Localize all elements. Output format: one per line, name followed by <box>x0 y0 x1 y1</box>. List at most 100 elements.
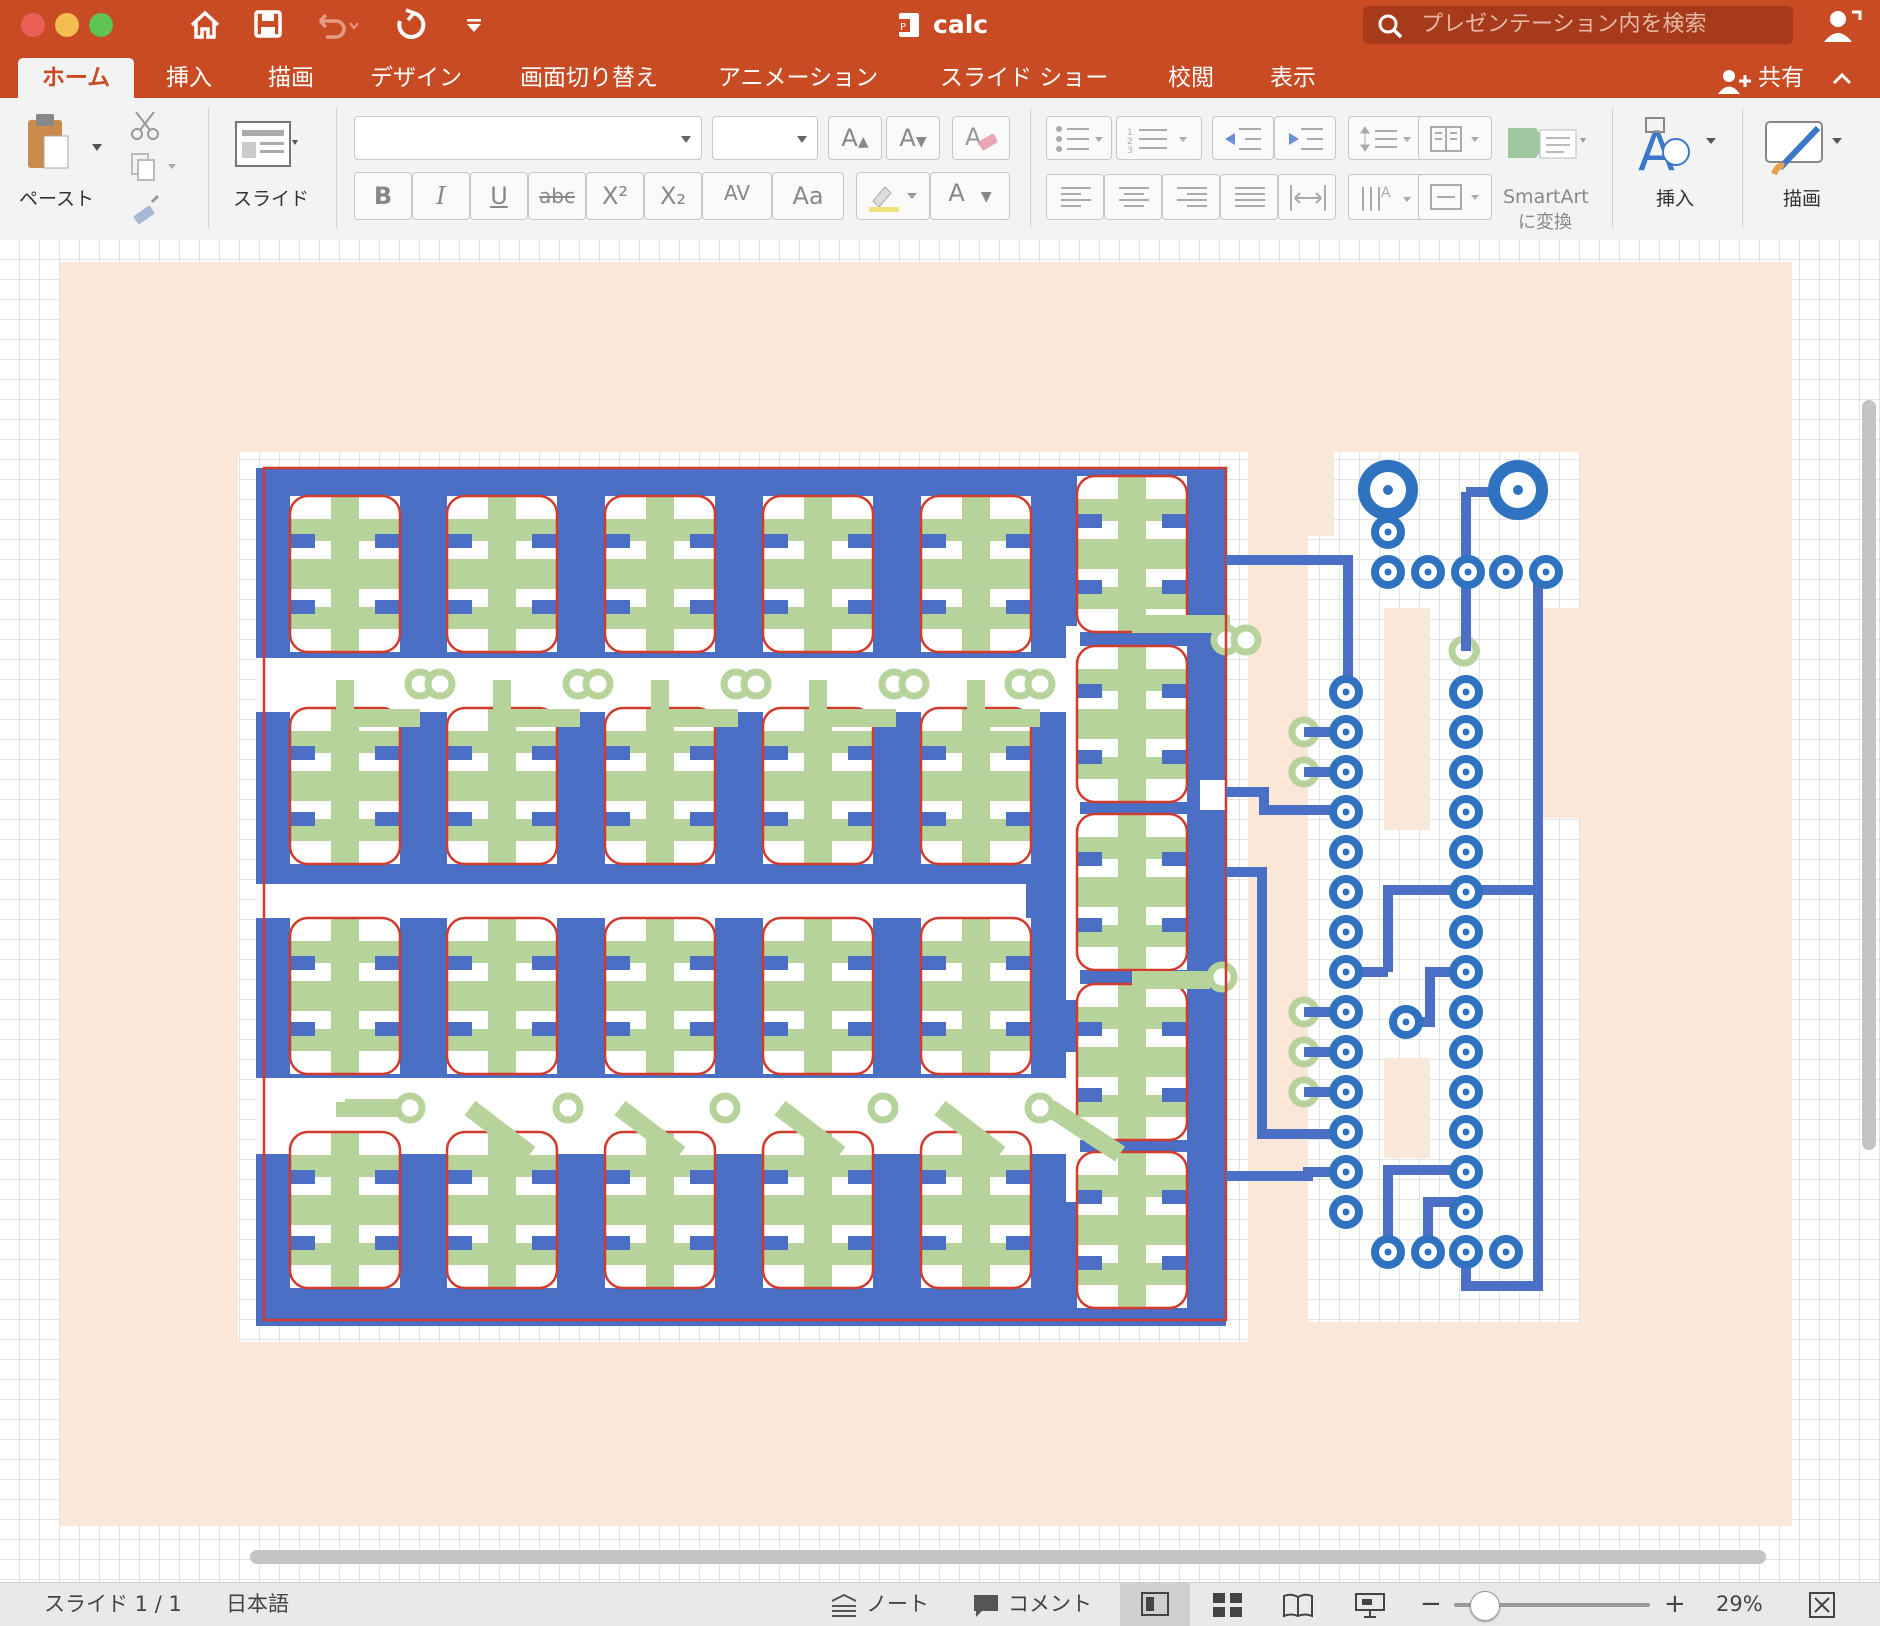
font-name-input[interactable] <box>354 116 702 160</box>
draw-shape-icon[interactable] <box>1762 116 1848 180</box>
superscript-button[interactable]: X² <box>586 172 644 220</box>
tab-draw[interactable]: 描画 <box>268 58 314 98</box>
align-left-icon <box>1061 187 1091 207</box>
insert-textbox-icon[interactable]: A <box>1636 116 1720 180</box>
document-title: calc <box>933 10 989 39</box>
shrink-font-button[interactable]: A▼ <box>886 116 940 160</box>
decrease-indent-button[interactable] <box>1212 116 1274 160</box>
line-spacing-button[interactable] <box>1348 116 1422 160</box>
tab-review[interactable]: 校閲 <box>1168 58 1214 98</box>
slide-sorter-icon[interactable] <box>1212 1592 1244 1618</box>
comment-icon[interactable] <box>972 1593 1000 1619</box>
underline-button[interactable]: U <box>470 172 528 220</box>
paste-label[interactable]: ペースト <box>19 184 94 211</box>
clear-format-button[interactable]: A <box>952 116 1010 160</box>
tab-slideshow[interactable]: スライド ショー <box>940 58 1108 98</box>
svg-text:3: 3 <box>1127 146 1133 153</box>
undo-icon[interactable] <box>312 9 360 41</box>
italic-button[interactable]: I <box>412 172 470 220</box>
close-window-button[interactable] <box>21 13 45 37</box>
slide-label[interactable]: スライド <box>233 184 309 211</box>
align-right-icon <box>1177 187 1207 207</box>
bullets-button[interactable] <box>1046 116 1112 160</box>
slideshow-icon[interactable] <box>1354 1591 1386 1619</box>
tab-home[interactable]: ホーム <box>18 58 134 98</box>
smartart-label[interactable]: SmartArt <box>1503 186 1589 208</box>
character-spacing-button[interactable]: AV <box>702 172 772 220</box>
subscript-button[interactable]: X₂ <box>644 172 702 220</box>
highlighter-icon <box>869 186 917 212</box>
redo-icon[interactable] <box>392 7 426 43</box>
format-painter-icon[interactable] <box>128 194 162 228</box>
share-button[interactable]: 共有 <box>1758 58 1804 98</box>
slide-canvas[interactable] <box>0 240 1880 1582</box>
search-icon <box>1378 14 1403 39</box>
tab-insert[interactable]: 挿入 <box>166 58 212 98</box>
tab-animations[interactable]: アニメーション <box>718 58 878 98</box>
outdent-icon <box>1225 128 1261 150</box>
smartart-icon[interactable] <box>1506 118 1586 168</box>
smartart-label-2[interactable]: に変換 <box>1518 208 1572 234</box>
change-case-button[interactable]: Aa <box>772 172 844 220</box>
slide-editing-area[interactable] <box>0 240 1880 1582</box>
justify-button[interactable] <box>1220 174 1278 220</box>
numbered-list-icon: 123 <box>1127 128 1187 153</box>
reading-view-icon[interactable] <box>1282 1592 1314 1618</box>
line-spacing-icon <box>1360 126 1411 152</box>
vertical-scrollbar[interactable] <box>1862 400 1876 1150</box>
new-slide-icon[interactable] <box>234 120 298 170</box>
align-center-button[interactable] <box>1104 174 1162 220</box>
search-box[interactable]: プレゼンテーション内を検索 <box>1363 6 1793 44</box>
font-color-button[interactable]: A ▼ <box>930 172 1010 220</box>
numbering-button[interactable]: 123 <box>1116 116 1202 160</box>
bold-button[interactable]: B <box>354 172 412 220</box>
fit-to-window-icon[interactable] <box>1808 1591 1836 1619</box>
comments-button[interactable]: コメント <box>1008 1583 1092 1626</box>
save-icon[interactable] <box>252 8 284 40</box>
tab-view[interactable]: 表示 <box>1270 58 1316 98</box>
copy-icon[interactable] <box>128 152 178 182</box>
account-icon[interactable] <box>1822 6 1862 44</box>
font-size-input[interactable] <box>712 116 818 160</box>
home-icon[interactable] <box>188 8 222 42</box>
zoom-in-button[interactable]: + <box>1664 1583 1686 1626</box>
draw-label[interactable]: 描画 <box>1783 184 1821 211</box>
customize-toolbar-icon[interactable] <box>464 15 484 35</box>
svg-text:P: P <box>900 22 906 33</box>
zoom-slider-thumb[interactable] <box>1470 1591 1500 1621</box>
language-indicator[interactable]: 日本語 <box>226 1583 289 1626</box>
cut-icon[interactable] <box>128 108 162 142</box>
paste-dropdown-icon[interactable] <box>90 140 104 154</box>
collapse-ribbon-icon[interactable] <box>1830 68 1854 88</box>
tab-transitions[interactable]: 画面切り替え <box>520 58 658 98</box>
align-text-button[interactable] <box>1418 174 1492 220</box>
slide-counter: スライド 1 / 1 <box>44 1592 182 1616</box>
title-bar: P calc プレゼンテーション内を検索 <box>0 0 1880 50</box>
normal-view-icon <box>1141 1592 1169 1616</box>
insert-label[interactable]: 挿入 <box>1656 184 1694 211</box>
columns-button[interactable] <box>1418 116 1492 160</box>
zoom-out-button[interactable]: − <box>1420 1583 1442 1626</box>
grow-font-button[interactable]: A▲ <box>828 116 882 160</box>
distributed-button[interactable] <box>1278 174 1336 220</box>
strikethrough-button[interactable]: abc <box>528 172 586 220</box>
align-left-button[interactable] <box>1046 174 1104 220</box>
add-person-icon <box>1718 70 1751 94</box>
horizontal-scrollbar[interactable] <box>250 1550 1766 1564</box>
notes-button[interactable]: ノート <box>866 1583 929 1626</box>
normal-view-button[interactable] <box>1120 1583 1190 1626</box>
align-right-button[interactable] <box>1162 174 1220 220</box>
pcb-board[interactable] <box>238 452 1580 1342</box>
increase-indent-button[interactable] <box>1274 116 1336 160</box>
zoom-level[interactable]: 29% <box>1716 1583 1763 1626</box>
columns-icon <box>1430 126 1479 152</box>
minimize-window-button[interactable] <box>55 13 79 37</box>
notes-icon[interactable] <box>830 1593 858 1617</box>
clipboard-icon[interactable] <box>22 112 80 176</box>
tab-design[interactable]: デザイン <box>370 58 462 98</box>
search-input[interactable]: プレゼンテーション内を検索 <box>1421 6 1707 44</box>
chevron-down-icon: ▼ <box>980 189 992 205</box>
zoom-window-button[interactable] <box>89 13 113 37</box>
highlight-button[interactable] <box>856 172 930 220</box>
text-direction-button[interactable]: A <box>1348 174 1422 220</box>
